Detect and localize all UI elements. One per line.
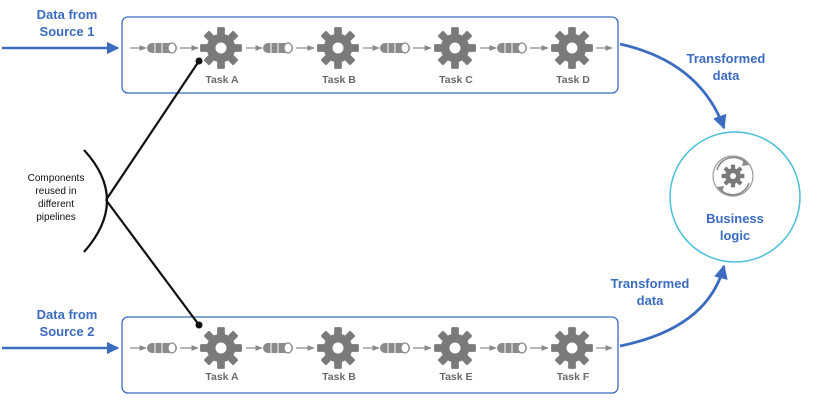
transformed-label-top-line2: data	[713, 68, 741, 83]
queue-icon	[262, 342, 294, 354]
bracket	[83, 149, 109, 253]
transformed-label-bottom-line2: data	[637, 293, 665, 308]
pipeline-2-task-label: Task B	[322, 371, 356, 383]
gear-icon	[317, 27, 359, 69]
transformed-label-bottom-line1: Transformed	[611, 276, 690, 291]
business-logic-label-line2: logic	[720, 228, 750, 243]
gear-icon	[200, 327, 242, 369]
connector-dot	[195, 57, 203, 65]
business-logic-label-line1: Business	[706, 211, 764, 226]
diagram-stage: Data from Source 1 Data from Source 2 Ta…	[0, 0, 820, 402]
pipeline-1-task-label: Task C	[439, 74, 473, 86]
source-1-label-line1: Data from	[37, 7, 98, 22]
gear-icon	[551, 27, 593, 69]
data-pipeline-diagram: Data from Source 1 Data from Source 2 Ta…	[2, 7, 801, 394]
components-note-line: different	[38, 199, 74, 210]
source-2-label-line2: Source 2	[40, 324, 95, 339]
queue-icon	[496, 42, 528, 54]
gear-icon	[551, 327, 593, 369]
source-2-label-line1: Data from	[37, 307, 98, 322]
components-note-line: pipelines	[36, 212, 75, 223]
gear-icon	[434, 327, 476, 369]
queue-icon	[496, 342, 528, 354]
pipeline-1-task-label: Task B	[322, 74, 356, 86]
source-1-label-line2: Source 1	[40, 24, 95, 39]
transformed-label-top-line1: Transformed	[687, 51, 766, 66]
queue-icon	[262, 42, 294, 54]
pipeline-1-task-label: Task A	[205, 74, 239, 86]
components-note-line: reused in	[35, 186, 76, 197]
gear-icon	[317, 327, 359, 369]
connector-dot	[195, 321, 203, 329]
queue-icon	[146, 42, 178, 54]
components-note-line: Components	[28, 173, 85, 184]
pipeline-2-task-label: Task E	[439, 371, 472, 383]
gear-icon	[434, 27, 476, 69]
pipeline-2-task-label: Task A	[205, 371, 239, 383]
pipeline-1-box	[121, 16, 619, 94]
pipeline-1-task-label: Task D	[556, 74, 590, 86]
pipeline-2-box	[121, 316, 619, 394]
reuse-connector-bottom	[105, 199, 200, 326]
pipeline-2-task-label: Task F	[557, 371, 590, 383]
rotating-gear-icon	[712, 155, 754, 197]
queue-icon	[146, 342, 178, 354]
queue-icon	[379, 342, 411, 354]
gear-icon	[200, 27, 242, 69]
queue-icon	[379, 42, 411, 54]
